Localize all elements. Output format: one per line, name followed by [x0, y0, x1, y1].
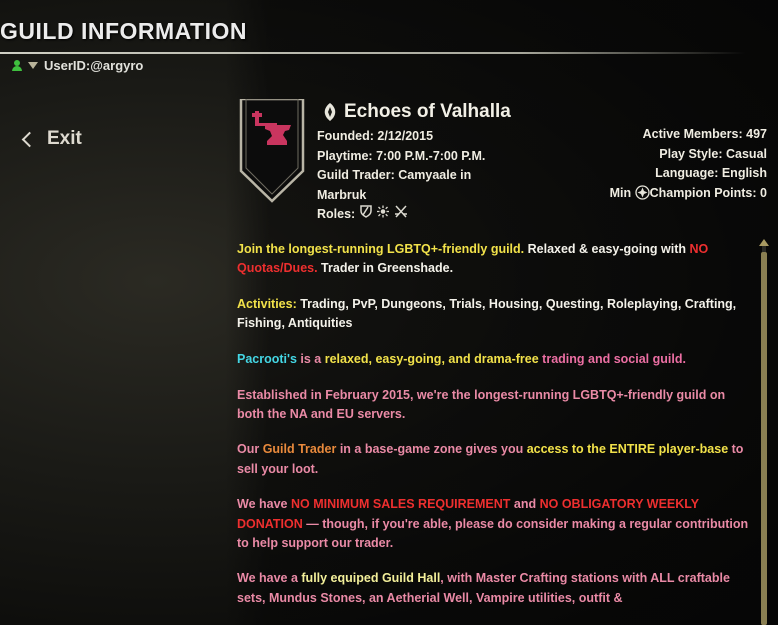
- trader-label: Guild Trader:: [317, 168, 395, 182]
- tank-icon: [359, 205, 372, 218]
- description-paragraph: Join the longest-running LGBTQ+-friendly…: [237, 240, 749, 278]
- user-id-label: UserID:@argyro: [44, 58, 144, 73]
- description-text-segment: — though, if you're able, please do cons…: [237, 516, 749, 550]
- description-text-segment: Our: [237, 442, 263, 457]
- trader-value-line2: Marbruk: [317, 187, 367, 202]
- exit-button[interactable]: Exit: [21, 128, 82, 150]
- scroll-up-icon[interactable]: [759, 239, 769, 246]
- play-style-value: Casual: [726, 146, 767, 161]
- description-text-segment: Relaxed & easy-going with: [527, 242, 690, 256]
- playtime-label: Playtime:: [317, 148, 373, 163]
- min-cp-row: Min Champion Points: 0: [610, 184, 767, 204]
- description-text-segment: Pacrooti's: [237, 351, 297, 366]
- language-label: Language:: [655, 166, 719, 180]
- dps-icon: [394, 205, 407, 218]
- founded-label: Founded:: [317, 129, 374, 143]
- founded-value: 2/12/2015: [377, 129, 434, 143]
- description-text-segment: We have: [237, 497, 291, 512]
- min-cp-label-pre: Min: [609, 185, 632, 200]
- min-cp-value: 0: [760, 185, 767, 200]
- guild-heraldry: [239, 99, 305, 203]
- playtime-row: Playtime: 7:00 P.M.-7:00 P.M.: [317, 147, 485, 167]
- trader-row-2: Marbruk: [317, 186, 485, 206]
- description-text-segment: Join the longest-running LGBTQ+-friendly…: [237, 242, 528, 256]
- description-paragraph: Activities: Trading, PvP, Dungeons, Tria…: [237, 295, 749, 333]
- description-text-segment: trading and social guild.: [538, 351, 686, 366]
- guild-name: Echoes of Valhalla: [322, 101, 511, 123]
- trader-row: Guild Trader: Camyaale in: [317, 166, 485, 186]
- description-paragraph: We have a fully equiped Guild Hall, with…: [237, 569, 749, 607]
- champion-points-icon: [634, 184, 650, 200]
- guild-info-left: Founded: 2/12/2015 Playtime: 7:00 P.M.-7…: [317, 127, 485, 225]
- chevron-down-icon[interactable]: [28, 62, 38, 69]
- guild-name-text: Echoes of Valhalla: [344, 101, 511, 122]
- alliance-icon: [324, 103, 336, 121]
- active-members-label: Active Members:: [642, 127, 743, 141]
- active-members-value: 497: [746, 127, 767, 141]
- description-text-segment: NO MINIMUM SALES REQUIREMENT: [290, 497, 511, 512]
- playtime-value: 7:00 P.M.-7:00 P.M.: [376, 148, 486, 163]
- description-text-segment: fully equiped Guild Hall: [301, 571, 441, 586]
- description-paragraph: We have NO MINIMUM SALES REQUIREMENT and…: [237, 495, 749, 553]
- play-style-label: Play Style:: [659, 146, 723, 161]
- page-title: GUILD INFORMATION: [0, 18, 247, 44]
- roles-row: Roles:: [317, 205, 485, 225]
- min-cp-label-post: Champion Points:: [649, 185, 757, 200]
- description-text-segment: Guild Trader: [262, 442, 337, 457]
- description-text-segment: relaxed, easy-going, and drama-free: [324, 351, 539, 366]
- roles-label: Roles:: [317, 207, 356, 221]
- description-text-segment: is a: [296, 351, 325, 366]
- language-value: English: [721, 166, 767, 180]
- description-text-segment: Trader in Greenshade.: [317, 261, 454, 276]
- description-text-segment: access to the ENTIRE player-base: [526, 442, 729, 457]
- title-divider: [0, 52, 745, 54]
- exit-label: Exit: [47, 128, 82, 149]
- description-text-segment: and: [510, 497, 540, 512]
- description-text-segment: We have a: [237, 571, 302, 586]
- guild-info-right: Active Members: 497 Play Style: Casual L…: [610, 125, 767, 203]
- scrollbar-thumb[interactable]: [761, 252, 767, 625]
- play-style-row: Play Style: Casual: [610, 145, 767, 165]
- description-text-segment: Activities:: [237, 296, 301, 311]
- description-paragraph: Established in February 2015, we're the …: [237, 386, 749, 424]
- user-id-bar[interactable]: UserID:@argyro: [12, 58, 143, 73]
- user-online-icon: [12, 59, 22, 72]
- trader-value-line1: Camyaale in: [398, 168, 472, 182]
- description-text-segment: in a base-game zone gives you: [336, 442, 527, 457]
- description-paragraph: Pacrooti's is a relaxed, easy-going, and…: [237, 350, 749, 369]
- language-row: Language: English: [610, 164, 767, 184]
- chevron-left-icon: [21, 131, 38, 147]
- founded-row: Founded: 2/12/2015: [317, 127, 485, 147]
- guild-description: Join the longest-running LGBTQ+-friendly…: [237, 240, 749, 624]
- active-members-row: Active Members: 497: [610, 125, 767, 145]
- healer-icon: [377, 205, 390, 218]
- description-paragraph: Our Guild Trader in a base-game zone giv…: [237, 440, 749, 478]
- description-text-segment: Established in February 2015, we're the …: [237, 387, 726, 421]
- description-text-segment: Trading, PvP, Dungeons, Trials, Housing,…: [237, 296, 737, 331]
